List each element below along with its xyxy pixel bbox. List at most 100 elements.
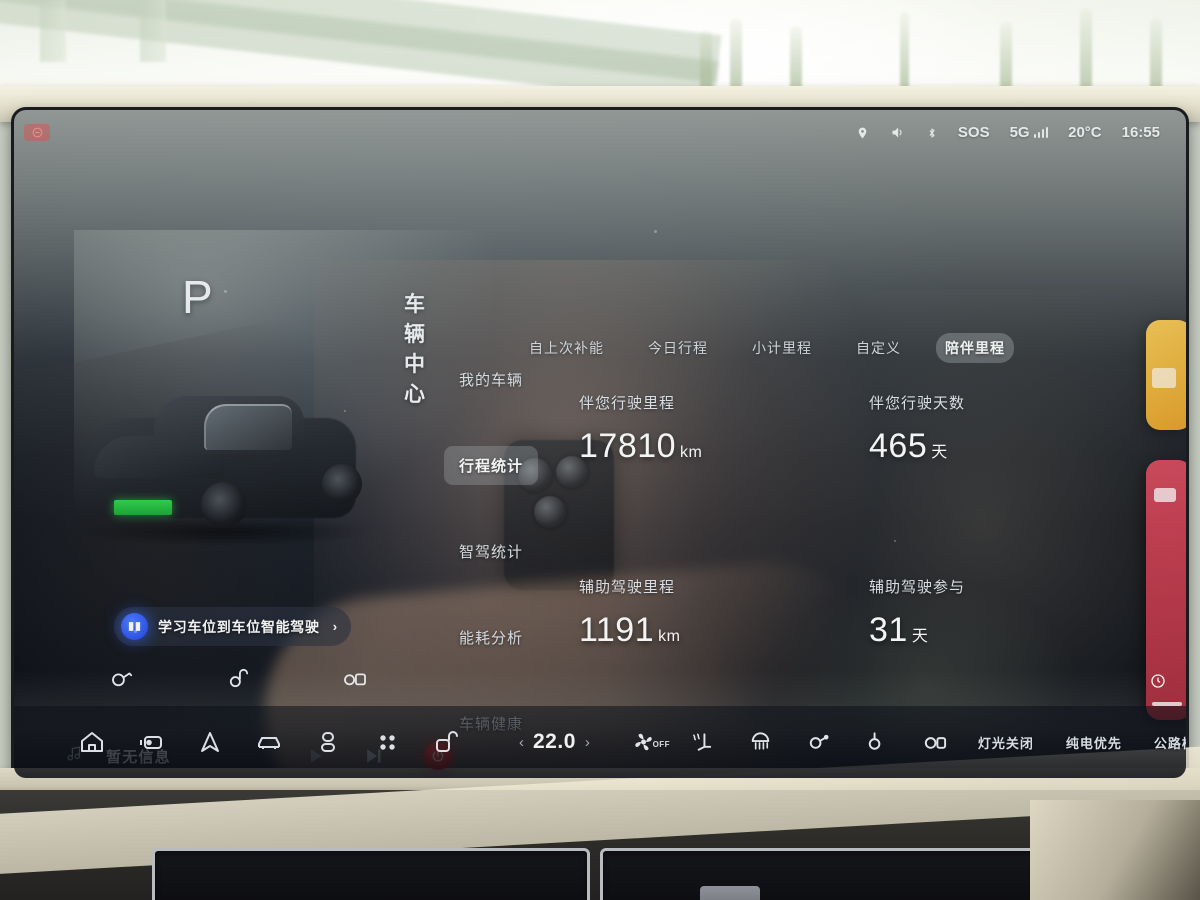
climate-temperature-control[interactable]: ‹ 22.0 › xyxy=(519,730,590,754)
recirculate-icon[interactable] xyxy=(848,730,906,754)
license-plate xyxy=(114,500,172,515)
red-app-card[interactable] xyxy=(1146,460,1186,720)
dashcam-icon[interactable] xyxy=(121,730,180,754)
stat-value: 465 天 xyxy=(869,427,1099,466)
dock-app-icons[interactable] xyxy=(14,730,475,754)
sidebar-item-my-vehicle[interactable]: 我的车辆 xyxy=(444,360,538,399)
tab-subtotal-mileage[interactable]: 小计里程 xyxy=(743,333,821,363)
air-vent-right xyxy=(600,848,1038,900)
car-wheel xyxy=(201,482,247,528)
seat-icon[interactable] xyxy=(298,730,357,754)
stat-adas-mileage: 辅助驾驶里程 1191 km xyxy=(579,576,869,650)
gear-indicator: P xyxy=(182,271,214,323)
ev-priority-button[interactable]: 纯电优先 xyxy=(1066,733,1122,752)
stat-unit: km xyxy=(658,628,681,645)
seat-heat-icon[interactable] xyxy=(674,730,732,754)
lights-mode-button[interactable]: 灯光关闭 xyxy=(978,733,1034,752)
stat-adas-days: 辅助驾驶参与 31 天 xyxy=(869,576,1099,650)
tab-since-last-charge[interactable]: 自上次补能 xyxy=(520,333,613,363)
overpass-pillar xyxy=(40,0,66,62)
page-title: 车辆中心 xyxy=(404,293,427,406)
tab-companion-mileage[interactable]: 陪伴里程 xyxy=(936,333,1014,363)
roadside-tree xyxy=(790,26,802,88)
road-mode-button[interactable]: 公路模式 xyxy=(1154,733,1186,752)
stat-label: 伴您行驶天数 xyxy=(869,395,966,412)
sidebar-item-adas-stats[interactable]: 智驾统计 xyxy=(444,532,538,571)
tab-custom[interactable]: 自定义 xyxy=(847,333,910,363)
temp-decrease-button[interactable]: ‹ xyxy=(519,734,524,751)
network-indicator: 5G xyxy=(1010,124,1049,141)
rear-defrost-icon[interactable] xyxy=(732,730,790,754)
learn-banner-label: 学习车位到车位智能驾驶 xyxy=(158,618,320,635)
orange-app-card[interactable] xyxy=(1146,320,1186,430)
unlock-icon[interactable] xyxy=(416,730,475,754)
air-vent-left xyxy=(152,848,590,900)
roadside-tree xyxy=(1000,22,1012,88)
overpass-pillar xyxy=(140,0,166,62)
roadside-tree xyxy=(730,18,742,88)
tab-bar[interactable]: 自上次补能 今日行程 小计里程 自定义 陪伴里程 xyxy=(520,333,1014,363)
bluetooth-icon[interactable] xyxy=(926,125,938,141)
signal-bars-icon xyxy=(1033,127,1049,138)
learn-book-icon xyxy=(121,613,148,640)
sos-button[interactable]: SOS xyxy=(958,124,990,141)
stat-value: 17810 km xyxy=(579,427,869,466)
card-badge xyxy=(1154,488,1176,502)
stat-number: 17810 xyxy=(579,427,677,465)
stat-value: 31 天 xyxy=(869,611,1099,650)
car-icon[interactable] xyxy=(239,730,298,754)
chevron-right-icon: › xyxy=(332,619,338,634)
dock-mode-buttons[interactable]: 灯光关闭 纯电优先 公路模式 xyxy=(978,733,1186,752)
stat-label: 辅助驾驶里程 xyxy=(579,579,676,596)
stat-companion-days: 伴您行驶天数 465 天 xyxy=(869,392,1099,466)
clock: 16:55 xyxy=(1121,124,1160,141)
location-icon xyxy=(856,125,869,141)
fan-icon[interactable]: OFF xyxy=(616,730,674,754)
car-quick-actions[interactable] xyxy=(109,668,369,693)
network-label: 5G xyxy=(1009,124,1030,141)
stat-number: 465 xyxy=(869,427,928,465)
stat-unit: 天 xyxy=(931,444,948,461)
stat-number: 1191 xyxy=(579,611,655,649)
infotainment-screen[interactable]: SOS 5G 20°C 16:55 P 车辆中心 自上次补能 今日行程 小计里程… xyxy=(14,110,1186,778)
sidebar-item-energy[interactable]: 能耗分析 xyxy=(444,618,538,657)
temp-increase-button[interactable]: › xyxy=(585,734,590,751)
car-lock-icon[interactable] xyxy=(225,668,253,693)
stat-number: 31 xyxy=(869,611,908,649)
stat-label: 辅助驾驶参与 xyxy=(869,579,966,596)
bottom-dock[interactable]: ‹ 22.0 › OFF 灯光关闭 纯电优先 公路 xyxy=(14,706,1186,778)
vehicle-center-nav[interactable]: 我的车辆 行程统计 智驾统计 能耗分析 车辆健康 xyxy=(444,360,539,743)
fan-state-label: OFF xyxy=(652,740,670,749)
trip-statistics: 伴您行驶里程 17810 km 伴您行驶天数 465 天 辅助驾驶里程 1191 km… xyxy=(579,392,1099,650)
clock-icon xyxy=(1150,673,1166,694)
dashboard-side-trim xyxy=(1030,800,1200,900)
volume-icon[interactable] xyxy=(889,125,906,140)
roadside-tree xyxy=(1150,18,1162,88)
roadside-tree xyxy=(700,30,712,88)
ac-icon[interactable] xyxy=(906,730,964,754)
stat-companion-mileage: 伴您行驶里程 17810 km xyxy=(579,392,869,466)
outside-temperature: 20°C xyxy=(1068,124,1102,141)
car-window xyxy=(204,404,292,450)
photo-of-car-infotainment: SOS 5G 20°C 16:55 P 车辆中心 自上次补能 今日行程 小计里程… xyxy=(0,0,1200,900)
apps-grid-icon[interactable] xyxy=(357,730,416,754)
tab-today-trip[interactable]: 今日行程 xyxy=(639,333,717,363)
stat-unit: km xyxy=(680,444,703,461)
temperature-value: 22.0 xyxy=(533,730,576,753)
seatbelt-warning-icon xyxy=(24,124,50,141)
roadside-tree xyxy=(1080,8,1092,88)
climate-controls[interactable]: OFF xyxy=(616,730,964,754)
front-defrost-icon[interactable] xyxy=(790,730,848,754)
learn-parking-banner[interactable]: 学习车位到车位智能驾驶 › xyxy=(114,607,352,646)
car-model-3d[interactable] xyxy=(76,378,376,558)
sidebar-item-trip-stats[interactable]: 行程统计 xyxy=(444,446,539,485)
card-thumbnail xyxy=(1152,368,1176,388)
charging-cable-icon[interactable] xyxy=(341,668,369,693)
air-vent-knob[interactable] xyxy=(700,886,760,900)
charge-port-icon[interactable] xyxy=(109,668,137,693)
home-icon[interactable] xyxy=(62,730,121,754)
roadside-tree xyxy=(900,12,909,88)
navigation-icon[interactable] xyxy=(180,730,239,754)
stat-label: 伴您行驶里程 xyxy=(579,395,676,412)
stat-value: 1191 km xyxy=(579,611,869,650)
